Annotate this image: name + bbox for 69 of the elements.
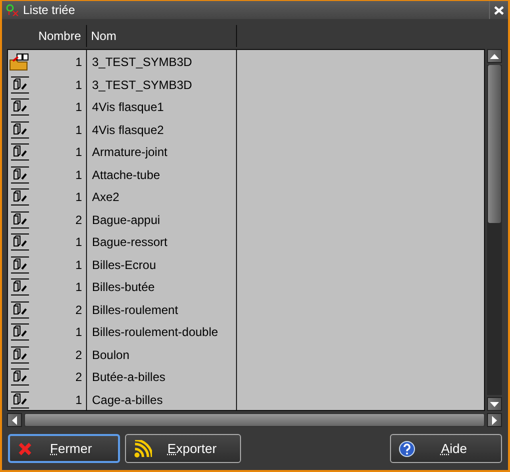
part-icon <box>10 233 30 252</box>
name-cell-text: Boulon <box>91 348 130 362</box>
window-title: Liste triée <box>23 3 76 17</box>
part-icon <box>10 323 30 342</box>
name-cell-text: 4Vis flasque2 <box>91 122 164 137</box>
name-cell-text: Billes-roulement-double <box>91 325 218 340</box>
column-header[interactable]: Nombre <box>7 25 87 47</box>
name-cell-text: Bague-appui <box>91 212 160 227</box>
app-icon <box>5 4 19 16</box>
count-cell-text: 1 <box>74 392 83 407</box>
part-icon <box>10 166 30 184</box>
name-cell-text: Axe2 <box>91 190 120 204</box>
column-header[interactable]: Nom <box>87 25 237 47</box>
help-icon <box>399 440 415 456</box>
feed-icon <box>134 440 152 458</box>
part-icon <box>10 76 30 94</box>
close-button[interactable]: Fermer <box>8 434 120 463</box>
name-cell-text: 4Vis flasque1 <box>91 100 164 114</box>
scrollbar-thumb[interactable] <box>488 65 501 223</box>
count-cell-text: 1 <box>74 258 83 272</box>
part-icon <box>10 256 30 274</box>
folder-icon <box>9 53 31 72</box>
part-icon <box>10 346 30 364</box>
part-icon <box>10 368 30 386</box>
name-cell-text: Cage-a-billes <box>91 392 163 407</box>
close-icon <box>494 6 504 14</box>
arrow-left-icon <box>12 416 17 424</box>
part-icon <box>10 188 30 206</box>
count-cell-text: 1 <box>74 78 83 92</box>
part-icon <box>10 143 30 162</box>
scroll-down-button[interactable] <box>487 397 502 411</box>
scrollbar-thumb[interactable] <box>24 413 485 427</box>
count-cell-text: 1 <box>74 168 83 182</box>
name-cell-text: Bague-ressort <box>91 235 168 250</box>
name-cell-text: 3_TEST_SYMB3D <box>91 78 192 92</box>
name-cell-text: Billes-butée <box>91 280 155 294</box>
count-cell-text: 1 <box>74 190 83 204</box>
name-cell-text: Billes-roulement <box>91 302 178 317</box>
part-icon <box>10 98 30 116</box>
name-cell-text: Butée-a-billes <box>91 370 166 384</box>
scroll-right-button[interactable] <box>487 413 502 427</box>
arrow-right-icon <box>492 416 497 424</box>
count-cell-text: 1 <box>74 325 83 340</box>
help-button[interactable]: Aide <box>390 434 502 463</box>
part-icon <box>10 210 30 229</box>
close-icon <box>18 442 32 456</box>
count-cell-text: 1 <box>74 100 83 114</box>
count-cell-text: 2 <box>74 348 83 362</box>
count-cell-text: 1 <box>74 280 83 294</box>
name-cell-text: 3_TEST_SYMB3D <box>91 55 192 70</box>
count-cell-text: 2 <box>74 370 83 384</box>
arrow-up-icon <box>490 54 499 58</box>
part-icon <box>10 120 30 139</box>
part-icon <box>10 300 30 319</box>
count-cell-text: 1 <box>74 235 83 250</box>
count-cell-text: 2 <box>74 212 83 227</box>
arrow-down-icon <box>490 402 499 406</box>
name-cell-text: Attache-tube <box>91 168 160 182</box>
count-cell-text: 2 <box>74 302 83 317</box>
count-cell-text: 1 <box>74 122 83 137</box>
export-button[interactable]: Exporter <box>125 434 241 463</box>
name-cell-text: Armature-joint <box>91 145 168 160</box>
count-cell-text: 1 <box>74 145 83 160</box>
scroll-left-button[interactable] <box>7 413 22 427</box>
part-icon <box>10 278 30 296</box>
scroll-up-button[interactable] <box>487 49 502 63</box>
name-cell-text: Billes-Ecrou <box>91 258 156 272</box>
part-icon <box>10 390 30 409</box>
count-cell-text: 1 <box>74 55 83 70</box>
